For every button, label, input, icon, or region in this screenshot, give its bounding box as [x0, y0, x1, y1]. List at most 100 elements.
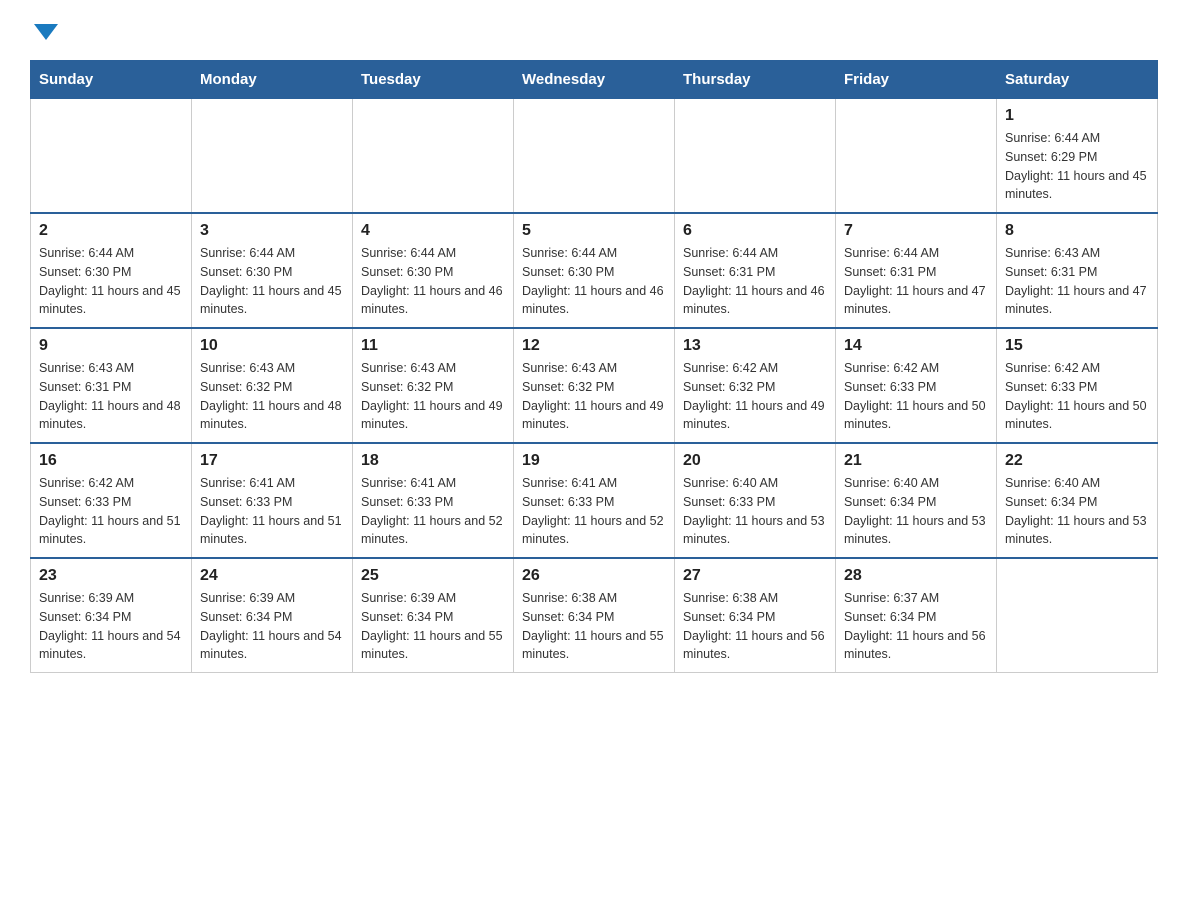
day-info: Sunrise: 6:39 AM Sunset: 6:34 PM Dayligh… [39, 589, 183, 664]
day-info: Sunrise: 6:41 AM Sunset: 6:33 PM Dayligh… [200, 474, 344, 549]
day-number: 1 [1005, 107, 1149, 125]
day-number: 10 [200, 337, 344, 355]
day-info: Sunrise: 6:38 AM Sunset: 6:34 PM Dayligh… [683, 589, 827, 664]
day-info: Sunrise: 6:40 AM Sunset: 6:34 PM Dayligh… [1005, 474, 1149, 549]
day-of-week-header: Monday [192, 61, 353, 99]
day-number: 4 [361, 222, 505, 240]
day-number: 21 [844, 452, 988, 470]
day-info: Sunrise: 6:38 AM Sunset: 6:34 PM Dayligh… [522, 589, 666, 664]
day-number: 12 [522, 337, 666, 355]
page-header [30, 20, 1158, 40]
day-of-week-header: Thursday [675, 61, 836, 99]
day-number: 19 [522, 452, 666, 470]
day-info: Sunrise: 6:44 AM Sunset: 6:30 PM Dayligh… [522, 244, 666, 319]
calendar-week-row: 1 Sunrise: 6:44 AM Sunset: 6:29 PM Daylig… [31, 99, 1158, 214]
calendar-cell: 20 Sunrise: 6:40 AM Sunset: 6:33 PM Dayli… [675, 443, 836, 558]
day-info: Sunrise: 6:41 AM Sunset: 6:33 PM Dayligh… [522, 474, 666, 549]
calendar-week-row: 2 Sunrise: 6:44 AM Sunset: 6:30 PM Daylig… [31, 213, 1158, 328]
calendar-table: SundayMondayTuesdayWednesdayThursdayFrid… [30, 60, 1158, 673]
calendar-cell: 6 Sunrise: 6:44 AM Sunset: 6:31 PM Daylig… [675, 213, 836, 328]
day-number: 13 [683, 337, 827, 355]
day-number: 26 [522, 567, 666, 585]
logo [30, 20, 58, 40]
day-info: Sunrise: 6:42 AM Sunset: 6:32 PM Dayligh… [683, 359, 827, 434]
day-info: Sunrise: 6:44 AM Sunset: 6:30 PM Dayligh… [200, 244, 344, 319]
calendar-cell: 24 Sunrise: 6:39 AM Sunset: 6:34 PM Dayli… [192, 558, 353, 673]
calendar-cell: 4 Sunrise: 6:44 AM Sunset: 6:30 PM Daylig… [353, 213, 514, 328]
calendar-cell [836, 99, 997, 214]
day-info: Sunrise: 6:43 AM Sunset: 6:32 PM Dayligh… [361, 359, 505, 434]
calendar-cell [675, 99, 836, 214]
day-number: 8 [1005, 222, 1149, 240]
day-number: 14 [844, 337, 988, 355]
calendar-cell: 14 Sunrise: 6:42 AM Sunset: 6:33 PM Dayli… [836, 328, 997, 443]
day-info: Sunrise: 6:43 AM Sunset: 6:31 PM Dayligh… [39, 359, 183, 434]
day-info: Sunrise: 6:42 AM Sunset: 6:33 PM Dayligh… [1005, 359, 1149, 434]
day-info: Sunrise: 6:40 AM Sunset: 6:33 PM Dayligh… [683, 474, 827, 549]
calendar-cell: 15 Sunrise: 6:42 AM Sunset: 6:33 PM Dayli… [997, 328, 1158, 443]
calendar-cell: 16 Sunrise: 6:42 AM Sunset: 6:33 PM Dayli… [31, 443, 192, 558]
day-info: Sunrise: 6:44 AM Sunset: 6:31 PM Dayligh… [683, 244, 827, 319]
day-number: 23 [39, 567, 183, 585]
calendar-cell: 18 Sunrise: 6:41 AM Sunset: 6:33 PM Dayli… [353, 443, 514, 558]
day-number: 11 [361, 337, 505, 355]
day-of-week-header: Saturday [997, 61, 1158, 99]
calendar-cell: 2 Sunrise: 6:44 AM Sunset: 6:30 PM Daylig… [31, 213, 192, 328]
day-info: Sunrise: 6:44 AM Sunset: 6:31 PM Dayligh… [844, 244, 988, 319]
calendar-cell [31, 99, 192, 214]
day-number: 24 [200, 567, 344, 585]
calendar-cell: 3Sunrise: 6:44 AM Sunset: 6:30 PM Daylig… [192, 213, 353, 328]
day-info: Sunrise: 6:42 AM Sunset: 6:33 PM Dayligh… [39, 474, 183, 549]
calendar-cell: 10 Sunrise: 6:43 AM Sunset: 6:32 PM Dayli… [192, 328, 353, 443]
calendar-cell: 25 Sunrise: 6:39 AM Sunset: 6:34 PM Dayli… [353, 558, 514, 673]
day-number: 9 [39, 337, 183, 355]
calendar-cell [514, 99, 675, 214]
calendar-week-row: 9 Sunrise: 6:43 AM Sunset: 6:31 PM Daylig… [31, 328, 1158, 443]
calendar-cell: 1 Sunrise: 6:44 AM Sunset: 6:29 PM Daylig… [997, 99, 1158, 214]
calendar-cell [353, 99, 514, 214]
day-info: Sunrise: 6:37 AM Sunset: 6:34 PM Dayligh… [844, 589, 988, 664]
calendar-cell: 7 Sunrise: 6:44 AM Sunset: 6:31 PM Daylig… [836, 213, 997, 328]
day-of-week-header: Friday [836, 61, 997, 99]
day-number: 15 [1005, 337, 1149, 355]
calendar-cell: 5 Sunrise: 6:44 AM Sunset: 6:30 PM Daylig… [514, 213, 675, 328]
logo-triangle-icon [34, 24, 58, 40]
day-number: 16 [39, 452, 183, 470]
day-info: Sunrise: 6:44 AM Sunset: 6:30 PM Dayligh… [361, 244, 505, 319]
day-info: Sunrise: 6:44 AM Sunset: 6:30 PM Dayligh… [39, 244, 183, 319]
calendar-cell: 13 Sunrise: 6:42 AM Sunset: 6:32 PM Dayli… [675, 328, 836, 443]
day-info: Sunrise: 6:43 AM Sunset: 6:31 PM Dayligh… [1005, 244, 1149, 319]
calendar-header-row: SundayMondayTuesdayWednesdayThursdayFrid… [31, 61, 1158, 99]
day-of-week-header: Wednesday [514, 61, 675, 99]
day-number: 5 [522, 222, 666, 240]
day-info: Sunrise: 6:44 AM Sunset: 6:29 PM Dayligh… [1005, 129, 1149, 204]
day-number: 7 [844, 222, 988, 240]
day-info: Sunrise: 6:43 AM Sunset: 6:32 PM Dayligh… [200, 359, 344, 434]
day-number: 25 [361, 567, 505, 585]
calendar-cell: 21 Sunrise: 6:40 AM Sunset: 6:34 PM Dayli… [836, 443, 997, 558]
day-number: 22 [1005, 452, 1149, 470]
calendar-cell: 23 Sunrise: 6:39 AM Sunset: 6:34 PM Dayli… [31, 558, 192, 673]
calendar-week-row: 16 Sunrise: 6:42 AM Sunset: 6:33 PM Dayli… [31, 443, 1158, 558]
calendar-cell: 26 Sunrise: 6:38 AM Sunset: 6:34 PM Dayli… [514, 558, 675, 673]
calendar-cell: 28 Sunrise: 6:37 AM Sunset: 6:34 PM Dayli… [836, 558, 997, 673]
day-info: Sunrise: 6:41 AM Sunset: 6:33 PM Dayligh… [361, 474, 505, 549]
calendar-cell [192, 99, 353, 214]
calendar-cell [997, 558, 1158, 673]
calendar-week-row: 23 Sunrise: 6:39 AM Sunset: 6:34 PM Dayli… [31, 558, 1158, 673]
day-number: 6 [683, 222, 827, 240]
day-number: 20 [683, 452, 827, 470]
day-info: Sunrise: 6:42 AM Sunset: 6:33 PM Dayligh… [844, 359, 988, 434]
day-number: 18 [361, 452, 505, 470]
calendar-cell: 11 Sunrise: 6:43 AM Sunset: 6:32 PM Dayli… [353, 328, 514, 443]
day-info: Sunrise: 6:39 AM Sunset: 6:34 PM Dayligh… [200, 589, 344, 664]
day-number: 17 [200, 452, 344, 470]
day-info: Sunrise: 6:40 AM Sunset: 6:34 PM Dayligh… [844, 474, 988, 549]
day-number: 28 [844, 567, 988, 585]
calendar-cell: 17 Sunrise: 6:41 AM Sunset: 6:33 PM Dayli… [192, 443, 353, 558]
day-info: Sunrise: 6:39 AM Sunset: 6:34 PM Dayligh… [361, 589, 505, 664]
day-number: 2 [39, 222, 183, 240]
day-info: Sunrise: 6:43 AM Sunset: 6:32 PM Dayligh… [522, 359, 666, 434]
day-of-week-header: Tuesday [353, 61, 514, 99]
calendar-cell: 9 Sunrise: 6:43 AM Sunset: 6:31 PM Daylig… [31, 328, 192, 443]
